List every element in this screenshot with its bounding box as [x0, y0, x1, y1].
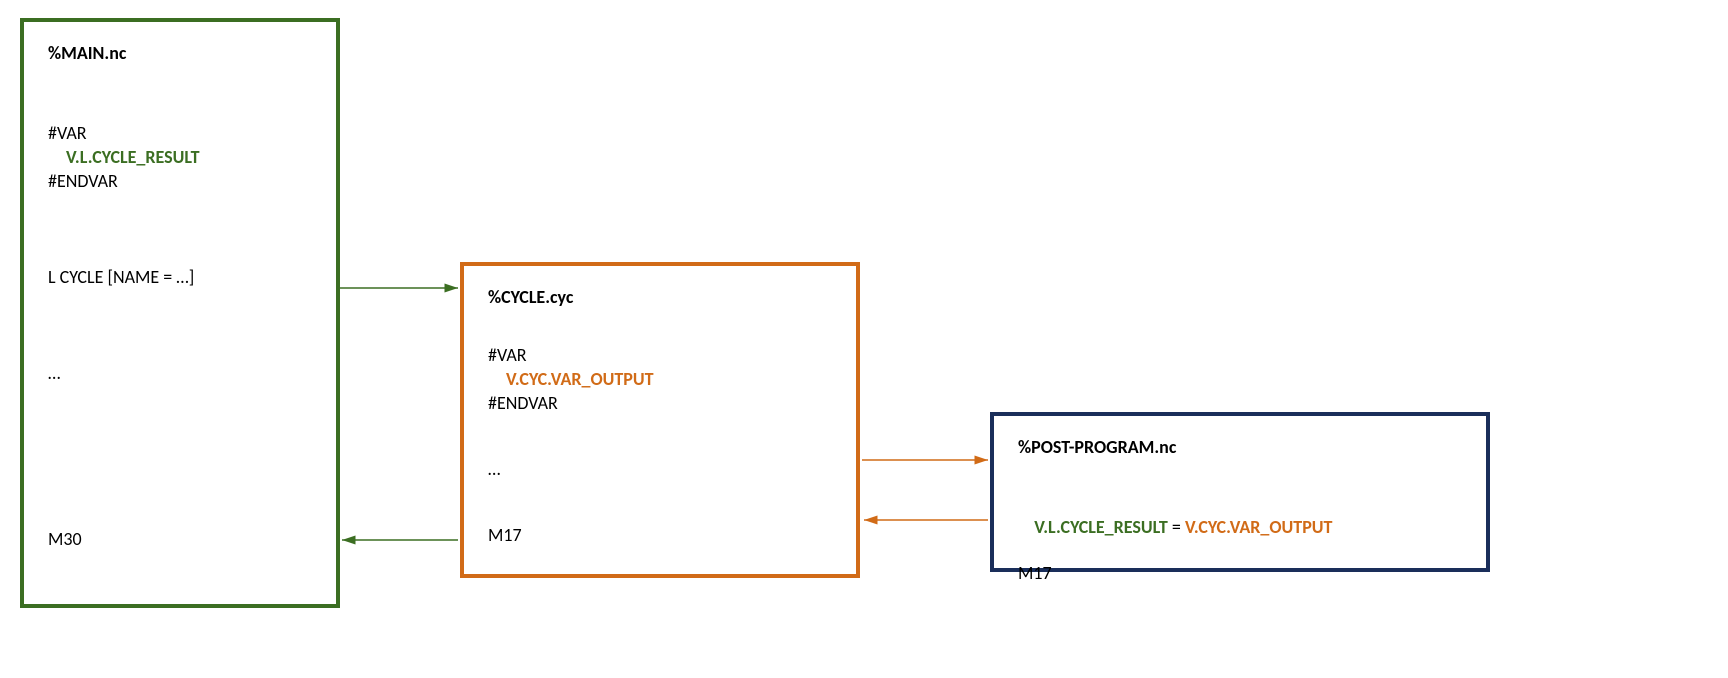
main-title: %MAIN.nc — [48, 42, 312, 64]
cycle-title: %CYCLE.cyc — [488, 286, 832, 308]
cycle-dots: … — [488, 458, 832, 480]
cycle-var-close: #ENDVAR — [488, 392, 832, 414]
main-box: %MAIN.nc #VAR V.L.CYCLE_RESULT #ENDVAR L… — [20, 18, 340, 608]
post-end: M17 — [1018, 562, 1462, 584]
cycle-var-decl: V.CYC.VAR_OUTPUT — [488, 368, 832, 390]
main-call: L CYCLE [NAME = …] — [48, 266, 312, 288]
post-assign-left: V.L.CYCLE_RESULT — [1034, 516, 1168, 538]
main-var-decl: V.L.CYCLE_RESULT — [48, 146, 312, 168]
post-box: %POST-PROGRAM.nc V.L.CYCLE_RESULT = V.CY… — [990, 412, 1490, 572]
post-assign: V.L.CYCLE_RESULT = V.CYC.VAR_OUTPUT — [1018, 494, 1462, 560]
cycle-end: M17 — [488, 524, 832, 546]
cycle-box: %CYCLE.cyc #VAR V.CYC.VAR_OUTPUT #ENDVAR… — [460, 262, 860, 578]
main-end: M30 — [48, 528, 312, 550]
main-dots: … — [48, 362, 312, 384]
cycle-var-open: #VAR — [488, 344, 832, 366]
post-title: %POST-PROGRAM.nc — [1018, 436, 1462, 458]
main-var-close: #ENDVAR — [48, 170, 312, 192]
post-assign-right: V.CYC.VAR_OUTPUT — [1185, 516, 1333, 538]
main-var-open: #VAR — [48, 122, 312, 144]
post-assign-eq: = — [1168, 516, 1185, 538]
